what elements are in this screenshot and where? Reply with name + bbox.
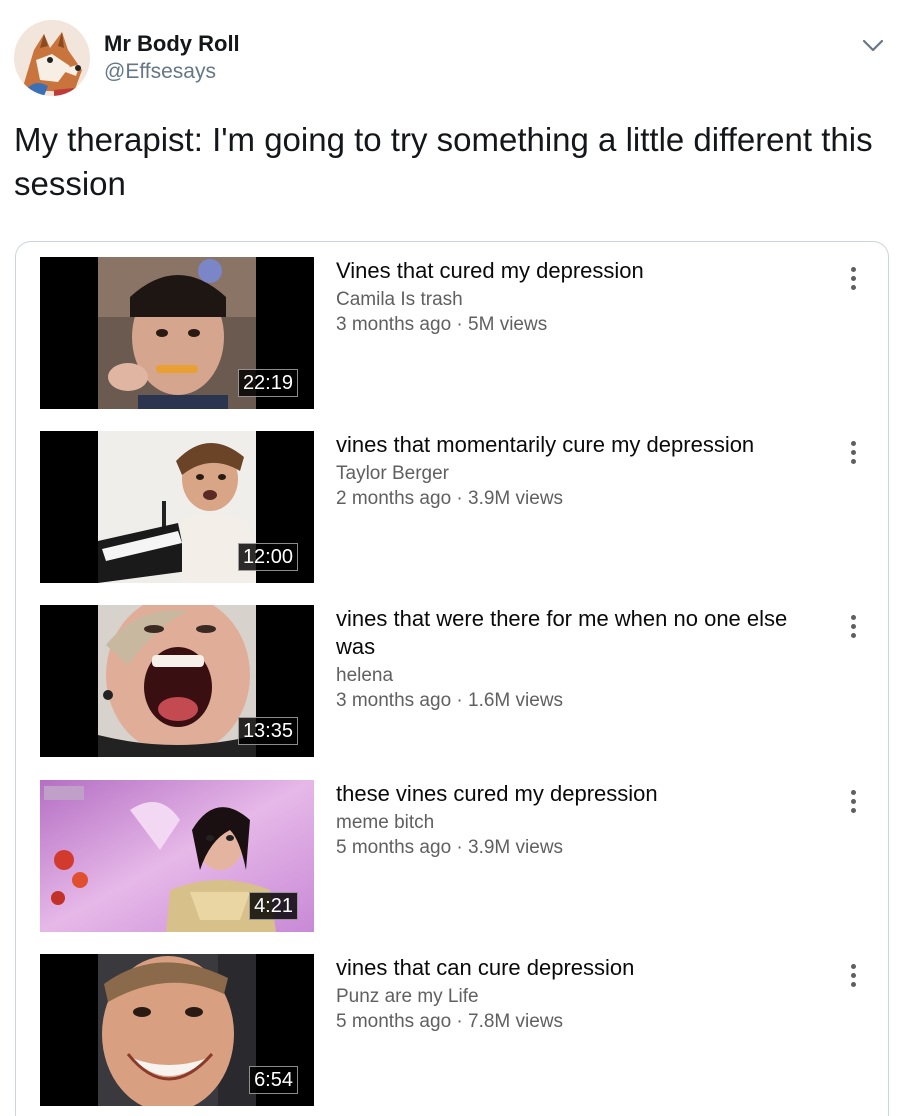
display-name[interactable]: Mr Body Roll xyxy=(104,30,240,58)
thumbnail-image xyxy=(98,431,256,583)
channel-name[interactable]: helena xyxy=(336,663,826,688)
video-meta: vines that were there for me when no one… xyxy=(336,605,826,713)
video-item[interactable]: 12:00 vines that momentarily cure my dep… xyxy=(40,431,860,583)
video-stats: 2 months ago · 3.9M views xyxy=(336,488,564,509)
tweet-header: Mr Body Roll @Effsesays xyxy=(14,18,886,98)
video-stats: 5 months ago · 7.8M views xyxy=(336,1011,564,1032)
video-duration: 12:00 xyxy=(237,543,298,571)
video-title[interactable]: vines that momentarily cure my depressio… xyxy=(336,431,826,459)
fox-avatar-icon xyxy=(14,20,90,96)
video-duration: 6:54 xyxy=(249,1066,298,1094)
video-title[interactable]: vines that can cure depression xyxy=(336,954,826,982)
channel-name[interactable]: meme bitch xyxy=(336,810,826,835)
video-meta: these vines cured my depression meme bit… xyxy=(336,780,826,860)
thumbnail-image xyxy=(98,257,256,409)
chevron-down-icon[interactable] xyxy=(860,32,886,58)
thumbnail-image xyxy=(98,954,256,1106)
video-thumbnail[interactable]: 6:54 xyxy=(40,954,314,1106)
video-thumbnail[interactable]: 13:35 xyxy=(40,605,314,757)
video-stats: 5 months ago · 3.9M views xyxy=(336,837,564,858)
video-meta: vines that momentarily cure my depressio… xyxy=(336,431,826,511)
avatar[interactable] xyxy=(14,20,90,96)
video-item[interactable]: 13:35 vines that were there for me when … xyxy=(40,605,860,757)
more-vertical-icon[interactable] xyxy=(846,790,860,820)
more-vertical-icon[interactable] xyxy=(846,964,860,994)
video-thumbnail[interactable]: 12:00 xyxy=(40,431,314,583)
video-stats: 3 months ago · 5M views xyxy=(336,314,548,335)
video-duration: 22:19 xyxy=(237,369,298,397)
video-stats: 3 months ago · 1.6M views xyxy=(336,690,564,711)
channel-name[interactable]: Taylor Berger xyxy=(336,461,826,486)
video-meta: vines that can cure depression Punz are … xyxy=(336,954,826,1034)
more-vertical-icon[interactable] xyxy=(846,267,860,297)
user-names: Mr Body Roll @Effsesays xyxy=(104,30,240,86)
video-title[interactable]: Vines that cured my depression xyxy=(336,257,826,285)
video-item[interactable]: 6:54 vines that can cure depression Punz… xyxy=(40,954,860,1106)
video-item[interactable]: 4:21 these vines cured my depression mem… xyxy=(40,780,860,932)
user-handle[interactable]: @Effsesays xyxy=(104,58,240,86)
more-vertical-icon[interactable] xyxy=(846,441,860,471)
channel-name[interactable]: Camila Is trash xyxy=(336,287,826,312)
embedded-image[interactable]: 22:19 Vines that cured my depression Cam… xyxy=(15,241,889,1116)
more-vertical-icon[interactable] xyxy=(846,615,860,645)
video-item[interactable]: 22:19 Vines that cured my depression Cam… xyxy=(40,257,860,409)
channel-name[interactable]: Punz are my Life xyxy=(336,984,826,1009)
video-meta: Vines that cured my depression Camila Is… xyxy=(336,257,826,337)
video-thumbnail[interactable]: 22:19 xyxy=(40,257,314,409)
video-title[interactable]: these vines cured my depression xyxy=(336,780,826,808)
video-duration: 13:35 xyxy=(237,717,298,745)
video-thumbnail[interactable]: 4:21 xyxy=(40,780,314,932)
thumbnail-image xyxy=(98,605,256,757)
tweet-text: My therapist: I'm going to try something… xyxy=(14,121,873,202)
video-title[interactable]: vines that were there for me when no one… xyxy=(336,605,826,661)
video-duration: 4:21 xyxy=(249,892,298,920)
